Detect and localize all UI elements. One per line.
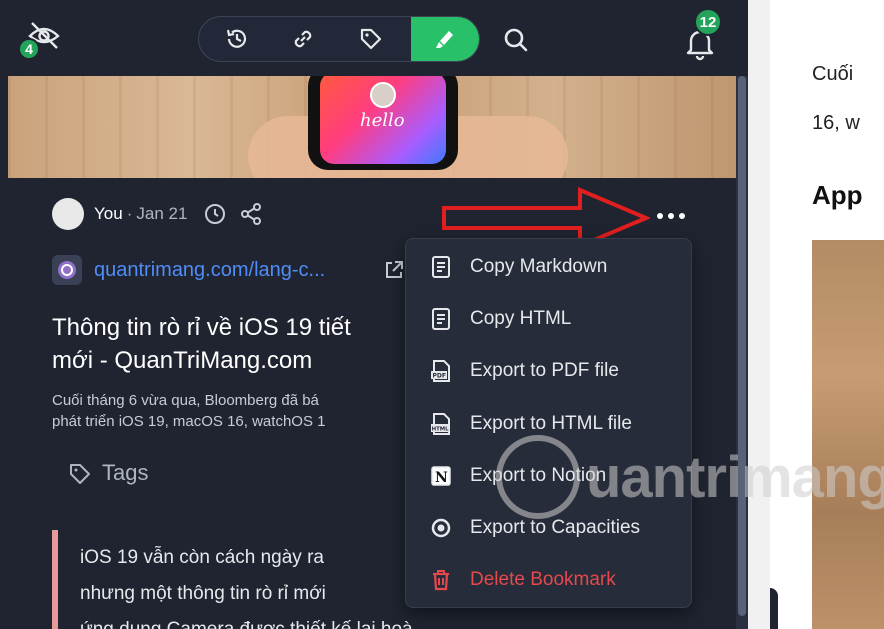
clock-icon[interactable] bbox=[203, 202, 227, 226]
menu-label: Export to PDF file bbox=[470, 360, 619, 382]
more-options-button[interactable] bbox=[652, 204, 690, 228]
tags-button[interactable]: Tags bbox=[68, 460, 148, 486]
bookmark-date: Jan 21 bbox=[136, 204, 188, 223]
article-image bbox=[812, 240, 884, 629]
bookmark-description: Cuối tháng 6 vừa qua, Bloomberg đã bá ph… bbox=[52, 392, 326, 430]
menu-item-copy-html[interactable]: Copy HTML bbox=[406, 293, 691, 345]
pdf-file-icon: PDF bbox=[431, 360, 450, 383]
menu-item-export-capacities[interactable]: Export to Capacities bbox=[406, 502, 691, 554]
menu-label: Copy HTML bbox=[470, 308, 572, 330]
document-icon bbox=[432, 256, 450, 279]
bookmark-panel: 4 12 hello You · Jan 21 quantrimang.com/… bbox=[0, 0, 748, 629]
search-button[interactable] bbox=[498, 22, 534, 58]
menu-label: Delete Bookmark bbox=[470, 569, 616, 591]
external-link-icon[interactable] bbox=[382, 258, 406, 282]
highlighter-icon bbox=[436, 31, 453, 48]
article-heading: App bbox=[812, 180, 863, 210]
ellipsis-icon bbox=[657, 213, 685, 219]
cover-hello-text: hello bbox=[360, 110, 405, 131]
bookmark-title[interactable]: Thông tin rò rỉ về iOS 19 tiết mới - Qua… bbox=[52, 311, 412, 377]
avatar bbox=[52, 198, 84, 230]
meta-separator: · bbox=[126, 204, 133, 223]
notion-icon: N bbox=[431, 466, 451, 486]
author-name: You bbox=[94, 204, 123, 223]
trash-icon bbox=[433, 570, 449, 591]
page-gutter bbox=[748, 0, 770, 629]
share-icon[interactable] bbox=[239, 202, 263, 226]
history-icon bbox=[226, 29, 247, 48]
highlight-quote[interactable]: iOS 19 vẫn còn cách ngày ra nhưng một th… bbox=[52, 530, 412, 629]
toolbar: 4 12 bbox=[0, 0, 748, 76]
source-url[interactable]: quantrimang.com/lang-c... bbox=[94, 259, 325, 282]
bookmark-cover-image[interactable]: hello bbox=[8, 76, 736, 178]
search-icon bbox=[504, 28, 528, 52]
svg-text:N: N bbox=[435, 470, 448, 486]
bookmark-options-menu: Copy Markdown Copy HTML PDF Export to PD… bbox=[405, 238, 692, 608]
menu-item-copy-markdown[interactable]: Copy Markdown bbox=[406, 241, 691, 293]
menu-item-export-notion[interactable]: N Export to Notion bbox=[406, 450, 691, 502]
toolbar-pill bbox=[198, 16, 480, 62]
link-button[interactable] bbox=[269, 17, 337, 61]
scrollbar-thumb[interactable] bbox=[738, 76, 746, 616]
menu-label: Export to HTML file bbox=[470, 412, 632, 434]
bookmark-meta: You · Jan 21 bbox=[52, 197, 275, 231]
menu-item-delete-bookmark[interactable]: Delete Bookmark bbox=[406, 554, 691, 606]
menu-label: Export to Capacities bbox=[470, 517, 641, 539]
svg-text:HTML: HTML bbox=[432, 426, 450, 432]
document-icon bbox=[432, 308, 450, 331]
site-logo-icon bbox=[58, 261, 76, 279]
hidden-count-badge: 4 bbox=[18, 38, 40, 60]
tag-icon bbox=[360, 28, 382, 50]
article-text-line: Cuối bbox=[812, 63, 854, 85]
menu-label: Copy Markdown bbox=[470, 256, 608, 278]
highlight-button[interactable] bbox=[411, 17, 479, 61]
history-button[interactable] bbox=[203, 17, 271, 61]
tag-icon bbox=[70, 464, 90, 484]
svg-text:PDF: PDF bbox=[433, 373, 446, 380]
notifications-count-badge: 12 bbox=[694, 8, 722, 36]
menu-label: Export to Notion bbox=[470, 464, 607, 486]
article-text-line: 16, w bbox=[812, 112, 860, 134]
menu-item-export-html[interactable]: HTML Export to HTML file bbox=[406, 398, 691, 450]
tags-label: Tags bbox=[102, 460, 149, 485]
link-icon bbox=[294, 30, 312, 48]
tag-button[interactable] bbox=[337, 17, 405, 61]
site-favicon bbox=[52, 255, 82, 285]
capacities-icon bbox=[431, 518, 451, 538]
html-file-icon: HTML bbox=[431, 412, 450, 435]
source-link[interactable]: quantrimang.com/lang-c... bbox=[52, 254, 325, 286]
menu-item-export-pdf[interactable]: PDF Export to PDF file bbox=[406, 345, 691, 397]
